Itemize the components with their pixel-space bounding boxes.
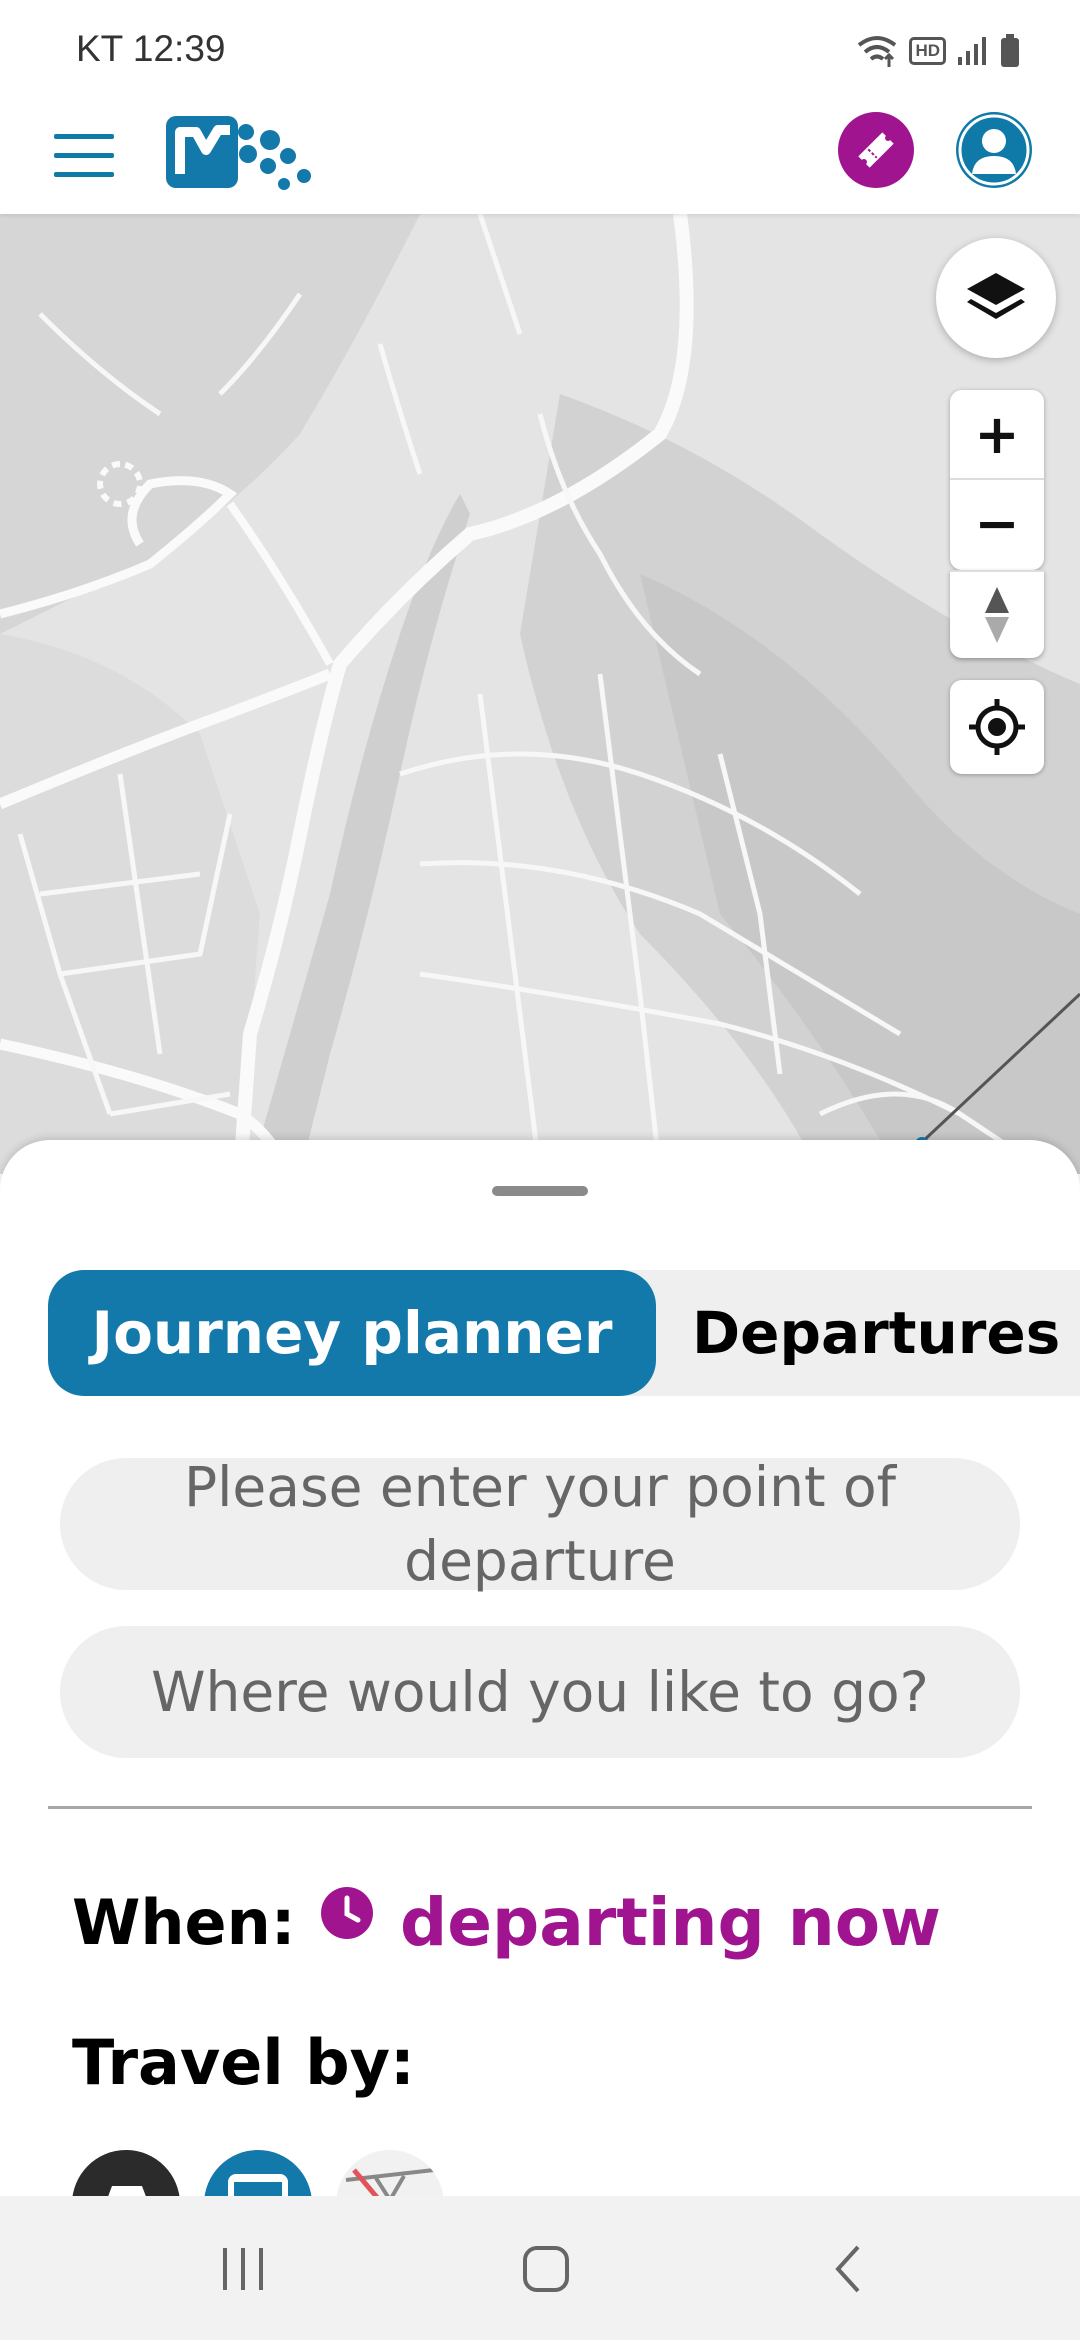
signal-icon bbox=[958, 37, 986, 65]
departure-input[interactable]: Please enter your point of departure bbox=[60, 1455, 1020, 1593]
battery-icon bbox=[1001, 34, 1019, 67]
zoom-controls: + − bbox=[950, 390, 1044, 570]
divider bbox=[48, 1806, 1032, 1809]
map-canvas[interactable] bbox=[0, 214, 1080, 1174]
ferry-mode-toggle[interactable] bbox=[72, 2150, 180, 2196]
compass-button[interactable] bbox=[950, 570, 1044, 658]
wifi-icon bbox=[858, 36, 897, 67]
when-label: When: bbox=[72, 1886, 296, 1959]
home-button[interactable] bbox=[506, 2236, 586, 2302]
bus-mode-toggle[interactable] bbox=[204, 2150, 312, 2196]
bus-icon bbox=[228, 2174, 288, 2196]
clock-icon[interactable] bbox=[320, 1886, 374, 1940]
clock-time: 12:39 bbox=[132, 28, 226, 69]
ticket-icon bbox=[858, 132, 894, 168]
destination-input[interactable]: Where would you like to go? bbox=[60, 1626, 1020, 1758]
zoom-out-button[interactable]: − bbox=[950, 478, 1044, 566]
my-location-icon bbox=[969, 699, 1025, 755]
hd-badge: HD bbox=[909, 37, 946, 65]
tab-departures[interactable]: Departures bbox=[692, 1270, 1060, 1396]
status-bar: KT 12:39 HD bbox=[0, 0, 1080, 100]
sheet-drag-handle[interactable] bbox=[492, 1186, 588, 1196]
cable-car-icon bbox=[345, 2168, 435, 2196]
layers-button[interactable] bbox=[936, 238, 1056, 358]
compass-icon bbox=[985, 587, 1009, 643]
ticket-button[interactable] bbox=[838, 112, 914, 188]
system-nav-bar bbox=[0, 2196, 1080, 2340]
account-button[interactable] bbox=[956, 112, 1032, 188]
journey-sheet: Journey planner Departures Please enter … bbox=[0, 1140, 1080, 2196]
app-header bbox=[0, 100, 1080, 214]
my-location-button[interactable] bbox=[950, 680, 1044, 774]
map-view[interactable]: + − bbox=[0, 214, 1080, 1174]
back-button[interactable] bbox=[808, 2236, 888, 2302]
zoom-in-button[interactable]: + bbox=[950, 390, 1044, 478]
layers-icon bbox=[967, 273, 1025, 319]
departure-time-selector[interactable]: departing now bbox=[400, 1884, 941, 1961]
recent-apps-icon bbox=[223, 2248, 263, 2290]
cable-car-mode-toggle[interactable] bbox=[336, 2150, 444, 2196]
carrier-label: KT bbox=[76, 28, 123, 69]
home-icon bbox=[523, 2246, 569, 2292]
status-time: KT 12:39 bbox=[76, 28, 226, 70]
status-icons: HD bbox=[855, 30, 1020, 72]
recent-apps-button[interactable] bbox=[204, 2236, 284, 2302]
travel-by-label: Travel by: bbox=[72, 2026, 415, 2099]
mode-tabs: Journey planner Departures bbox=[48, 1270, 1080, 1396]
tab-journey-planner[interactable]: Journey planner bbox=[48, 1270, 656, 1396]
account-icon bbox=[958, 114, 1030, 186]
hamburger-menu-icon[interactable] bbox=[52, 122, 118, 188]
back-icon bbox=[835, 2245, 860, 2293]
ferry-icon bbox=[108, 2186, 146, 2196]
app-logo bbox=[166, 116, 311, 190]
